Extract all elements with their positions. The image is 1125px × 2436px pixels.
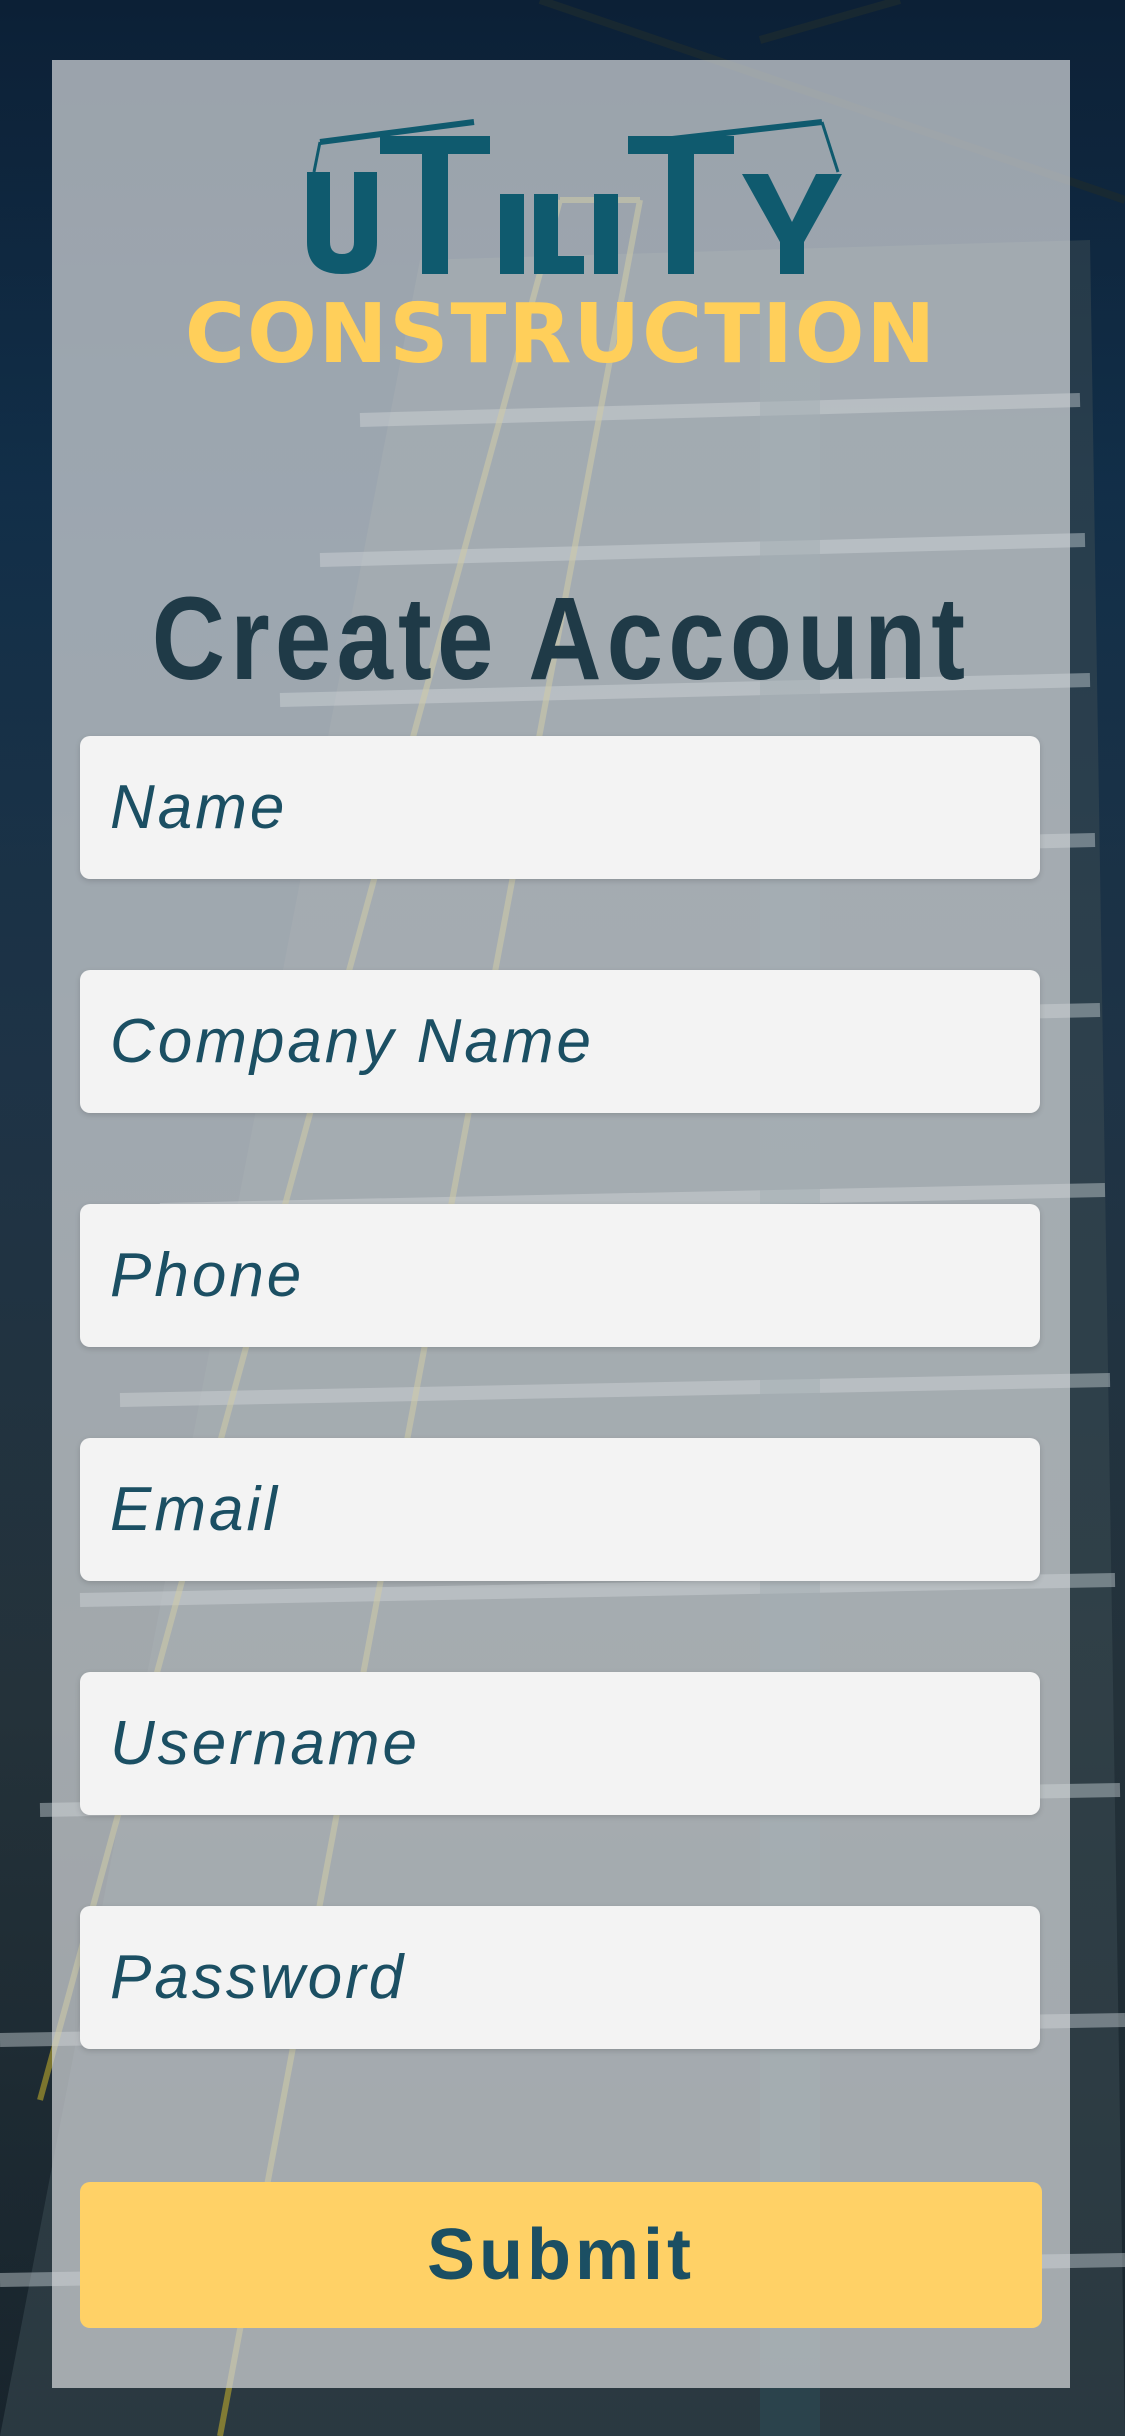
page-title: Create Account (151, 573, 971, 705)
phone-field[interactable] (80, 1204, 1040, 1347)
username-field[interactable] (80, 1672, 1040, 1815)
company-name-input[interactable] (110, 1006, 1010, 1077)
submit-button[interactable]: Submit (80, 2182, 1042, 2328)
email-field[interactable] (80, 1438, 1040, 1581)
company-name-field[interactable] (80, 970, 1040, 1113)
name-input[interactable] (110, 772, 1010, 843)
logo-construction-text: CONSTRUCTION (184, 287, 938, 382)
phone-input[interactable] (110, 1240, 1010, 1311)
signup-card: CONSTRUCTION Create Account Submit (52, 60, 1070, 2388)
email-input[interactable] (110, 1474, 1010, 1545)
password-input[interactable] (110, 1942, 1010, 2013)
utility-construction-logo: CONSTRUCTION (52, 82, 1070, 442)
utility-wordmark-icon (307, 119, 842, 274)
name-field[interactable] (80, 736, 1040, 879)
username-input[interactable] (110, 1708, 1010, 1779)
password-field[interactable] (80, 1906, 1040, 2049)
